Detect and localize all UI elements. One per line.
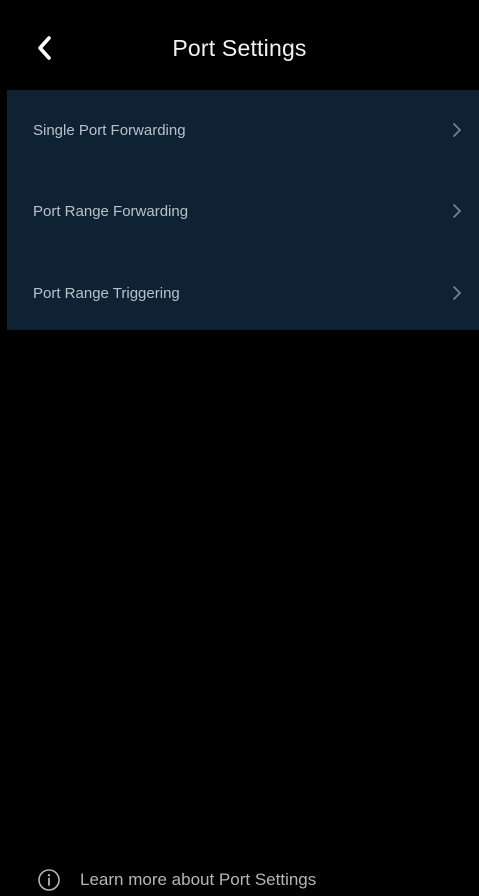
menu-item-label: Port Range Triggering	[33, 284, 180, 302]
menu-item-label: Single Port Forwarding	[33, 121, 186, 139]
menu-item-single-port-forwarding[interactable]: Single Port Forwarding	[7, 90, 479, 170]
page-title: Port Settings	[172, 35, 307, 61]
info-icon	[36, 867, 62, 893]
menu-item-port-range-forwarding[interactable]: Port Range Forwarding	[7, 170, 479, 252]
chevron-right-icon	[451, 285, 463, 301]
chevron-right-icon	[451, 122, 463, 138]
header-bar: Port Settings	[0, 0, 479, 92]
menu-item-port-range-triggering[interactable]: Port Range Triggering	[7, 252, 479, 334]
learn-more-link[interactable]: Learn more about Port Settings	[36, 864, 316, 896]
chevron-right-icon	[451, 203, 463, 219]
learn-more-text: Learn more about Port Settings	[80, 870, 317, 889]
port-settings-menu: Single Port Forwarding Port Range Forwar…	[7, 90, 479, 330]
menu-item-label: Port Range Forwarding	[33, 202, 189, 220]
